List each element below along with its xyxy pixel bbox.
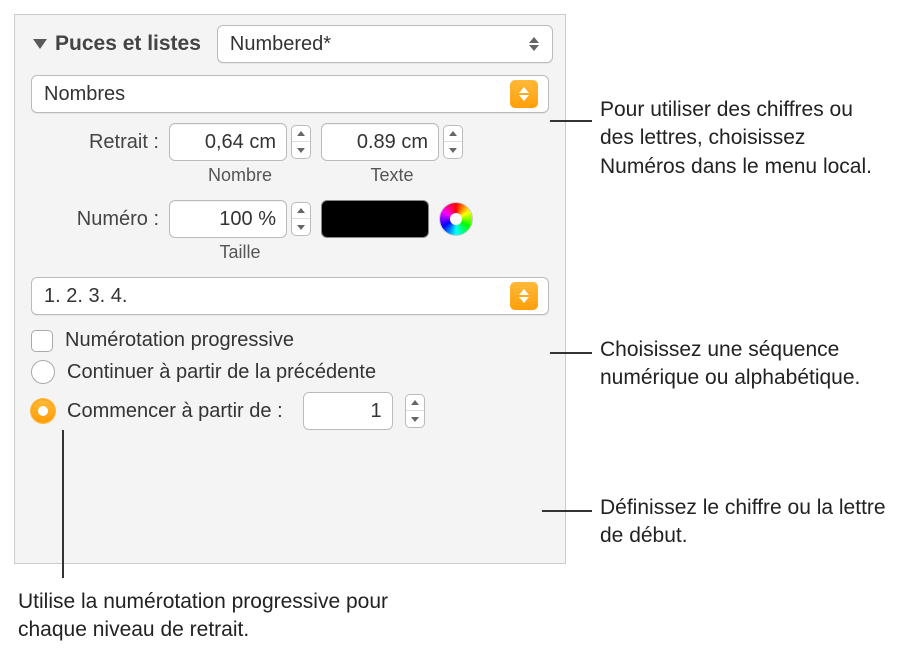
callout-line [550,352,592,354]
number-label: Numéro : [31,200,159,231]
section-title: Puces et listes [55,32,201,56]
callout-text: Choisissez une séquence numérique ou alp… [600,336,890,393]
callout-line [542,510,592,512]
indent-text-input[interactable]: 0.89 cm [321,123,439,161]
indent-row: Retrait : 0,64 cm Nombre 0.89 cm Texte [31,123,549,186]
number-size-input[interactable]: 100 % [169,200,287,238]
marker-type-value: Nombres [44,83,510,106]
number-size-stepper[interactable] [291,202,311,236]
number-row: Numéro : 100 % Taille [31,200,549,263]
updown-icon [510,80,538,108]
progressive-checkbox[interactable] [31,330,53,352]
disclosure-triangle-icon[interactable] [33,39,47,49]
indent-label: Retrait : [31,123,159,154]
callout-line [62,430,64,578]
marker-type-dropdown[interactable]: Nombres [31,75,549,113]
callout-line [550,120,592,122]
continue-radio[interactable] [31,360,55,384]
indent-number-stepper[interactable] [291,125,311,159]
number-size-sublabel: Taille [219,242,260,263]
color-wheel-icon[interactable] [439,202,473,236]
callout-text: Utilise la numérotation progressive pour… [18,588,448,645]
sequence-dropdown[interactable]: 1. 2. 3. 4. [31,277,549,315]
start-from-radio[interactable] [31,399,55,423]
list-style-value: Numbered* [230,33,526,56]
callout-text: Pour utiliser des chiffres ou des lettre… [600,96,890,181]
updown-icon [526,37,542,51]
updown-icon [510,282,538,310]
start-from-input[interactable]: 1 [303,392,393,430]
indent-number-sublabel: Nombre [208,165,272,186]
start-from-label: Commencer à partir de : [67,400,283,423]
indent-text-stepper[interactable] [443,125,463,159]
progressive-label: Numérotation progressive [65,329,294,352]
section-header: Puces et listes Numbered* [27,25,553,63]
list-style-dropdown[interactable]: Numbered* [217,25,553,63]
callout-text: Définissez le chiffre ou la lettre de dé… [600,494,890,551]
indent-number-input[interactable]: 0,64 cm [169,123,287,161]
indent-text-sublabel: Texte [370,165,413,186]
continue-label: Continuer à partir de la précédente [67,361,376,384]
sequence-value: 1. 2. 3. 4. [44,285,510,308]
number-color-swatch[interactable] [321,200,429,238]
list-format-panel: Puces et listes Numbered* Nombres Retrai… [14,14,566,564]
start-from-stepper[interactable] [405,394,425,428]
